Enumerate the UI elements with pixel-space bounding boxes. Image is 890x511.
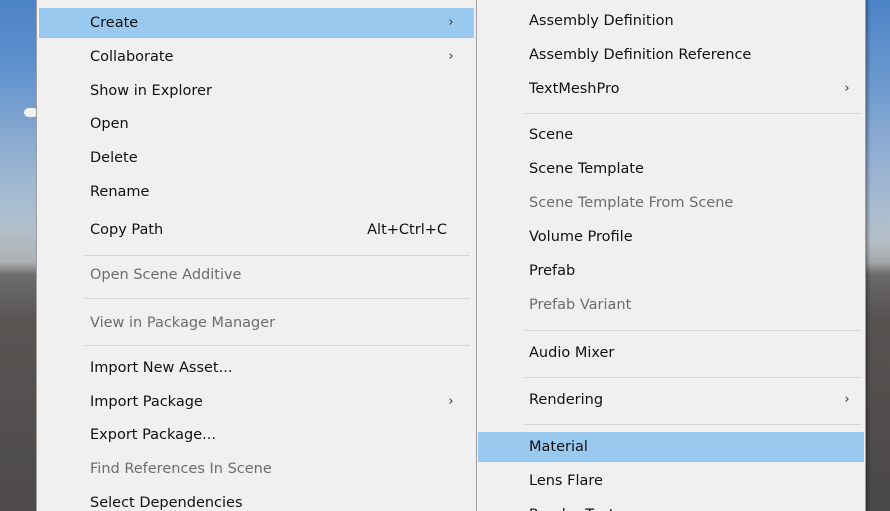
menu-item-scene[interactable]: Scene xyxy=(478,120,864,150)
menu-item-assembly-definition[interactable]: Assembly Definition xyxy=(478,6,864,36)
menu-item-label: Lens Flare xyxy=(529,473,603,489)
menu-item-audio-mixer[interactable]: Audio Mixer xyxy=(478,338,864,368)
menu-item-rename[interactable]: Rename xyxy=(39,177,474,207)
scene-view-left-strip xyxy=(0,0,40,511)
menu-item-label: Scene Template xyxy=(529,161,644,177)
menu-item-scene-template-from-scene: Scene Template From Scene xyxy=(478,188,864,218)
menu-item-label: Material xyxy=(529,439,588,455)
menu-item-label: View in Package Manager xyxy=(90,315,276,331)
menu-item-label: Prefab Variant xyxy=(529,297,632,313)
scene-view-right-strip xyxy=(862,0,890,511)
menu-item-delete[interactable]: Delete xyxy=(39,143,474,173)
menu-item-view-in-package-manager: View in Package Manager xyxy=(39,308,474,338)
menu-item-label: Scene xyxy=(529,127,574,143)
menu-item-collaborate[interactable]: Collaborate › xyxy=(39,42,474,72)
menu-separator xyxy=(85,298,470,299)
menu-item-label: Open xyxy=(90,116,129,132)
menu-item-rendering[interactable]: Rendering › xyxy=(478,385,864,415)
menu-item-assembly-definition-reference[interactable]: Assembly Definition Reference xyxy=(478,40,864,70)
menu-item-label: Delete xyxy=(90,150,138,166)
menu-item-label: Export Package... xyxy=(90,427,217,443)
menu-item-textmeshpro[interactable]: TextMeshPro › xyxy=(478,74,864,104)
menu-item-prefab[interactable]: Prefab xyxy=(478,256,864,286)
menu-item-label: Show in Explorer xyxy=(90,83,212,99)
menu-item-label: Open Scene Additive xyxy=(90,267,242,283)
menu-separator xyxy=(85,345,470,346)
menu-item-open[interactable]: Open xyxy=(39,109,474,139)
menu-item-label: Collaborate xyxy=(90,49,174,65)
menu-item-label: Rendering xyxy=(529,392,604,408)
menu-separator xyxy=(525,424,861,425)
menu-item-label: Scene Template From Scene xyxy=(529,195,734,211)
menu-item-select-dependencies[interactable]: Select Dependencies xyxy=(39,488,474,511)
menu-item-shortcut: Alt+Ctrl+C xyxy=(367,222,447,238)
menu-item-volume-profile[interactable]: Volume Profile xyxy=(478,222,864,252)
menu-item-material[interactable]: Material xyxy=(478,432,864,462)
menu-item-label: Assembly Definition xyxy=(529,13,674,29)
menu-separator xyxy=(525,377,861,378)
assets-context-menu: Create › Collaborate › Show in Explorer … xyxy=(36,0,477,511)
menu-item-lens-flare[interactable]: Lens Flare xyxy=(478,466,864,496)
menu-separator xyxy=(525,330,861,331)
menu-item-create[interactable]: Create › xyxy=(39,8,474,38)
menu-item-import-new-asset[interactable]: Import New Asset... xyxy=(39,353,474,383)
menu-item-open-scene-additive: Open Scene Additive xyxy=(39,260,474,290)
menu-item-export-package[interactable]: Export Package... xyxy=(39,420,474,450)
menu-item-label: Prefab xyxy=(529,263,576,279)
menu-item-label: Import New Asset... xyxy=(90,360,233,376)
menu-item-label: Rename xyxy=(90,184,150,200)
menu-item-label: Import Package xyxy=(90,394,203,410)
menu-item-show-in-explorer[interactable]: Show in Explorer xyxy=(39,76,474,106)
menu-item-find-references-in-scene: Find References In Scene xyxy=(39,454,474,484)
chevron-right-icon: › xyxy=(448,394,454,409)
menu-item-copy-path[interactable]: Copy Path Alt+Ctrl+C xyxy=(39,215,474,245)
menu-item-label: Audio Mixer xyxy=(529,345,615,361)
menu-separator xyxy=(85,255,470,256)
menu-item-prefab-variant: Prefab Variant xyxy=(478,290,864,320)
menu-item-label: Select Dependencies xyxy=(90,495,243,511)
menu-item-import-package[interactable]: Import Package › xyxy=(39,387,474,417)
menu-item-label: Assembly Definition Reference xyxy=(529,47,752,63)
chevron-right-icon: › xyxy=(844,392,850,407)
menu-item-label: Render Texture xyxy=(529,500,638,511)
menu-item-label: Create xyxy=(90,15,139,31)
chevron-right-icon: › xyxy=(448,49,454,64)
menu-item-label: Find References In Scene xyxy=(90,461,272,477)
menu-separator xyxy=(525,113,861,114)
menu-item-label: TextMeshPro xyxy=(529,81,620,97)
menu-item-label: Copy Path xyxy=(90,222,164,238)
create-submenu: Assembly Definition Assembly Definition … xyxy=(476,0,866,511)
chevron-right-icon: › xyxy=(448,15,454,30)
menu-item-label: Volume Profile xyxy=(529,229,633,245)
menu-item-scene-template[interactable]: Scene Template xyxy=(478,154,864,184)
menu-item-render-texture[interactable]: Render Texture xyxy=(478,500,864,511)
chevron-right-icon: › xyxy=(844,81,850,96)
